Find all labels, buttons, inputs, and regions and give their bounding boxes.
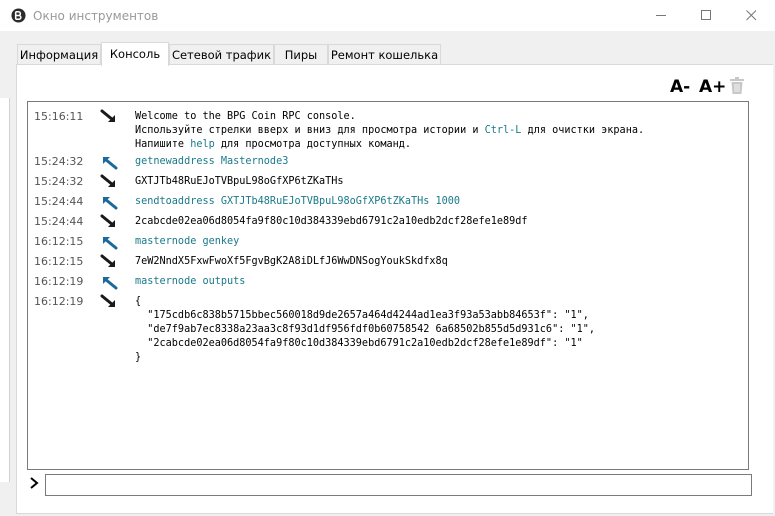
tab-console-label: Консоль xyxy=(109,47,161,61)
reply-arrow-icon xyxy=(100,294,115,307)
reply-arrow-icon xyxy=(100,109,115,122)
reply-arrow-icon xyxy=(100,214,115,227)
tab-network-traffic-label: Сетевой трафик xyxy=(171,48,272,62)
welcome-line-3: Напишите help для просмотра доступных ко… xyxy=(135,139,412,150)
reply-text: 2cabcde02ea06d8054fa9f80c10d384339ebd679… xyxy=(135,216,528,227)
tab-wallet-repair[interactable]: Ремонт кошелька xyxy=(328,44,441,65)
command-text: masternode outputs xyxy=(135,276,246,287)
command-arrow-icon xyxy=(103,277,118,290)
command-arrow-icon xyxy=(103,157,118,170)
entry-timestamp: 15:24:32 xyxy=(34,175,84,188)
command-text: getnewaddress Masternode3 xyxy=(135,156,289,167)
trash-icon[interactable] xyxy=(729,77,745,94)
command-arrow-icon xyxy=(103,197,118,210)
close-icon xyxy=(745,10,756,21)
tab-info-label: Информация xyxy=(19,48,99,62)
title-bar: Окно инструментов xyxy=(0,0,775,31)
command-text: masternode genkey xyxy=(135,236,240,247)
reply-json: { "175cdb6c838b5715bbec560018d9de2657a46… xyxy=(135,295,595,365)
console-panel: A- A+ 15:16:11 Welcome to the BPG Coin R… xyxy=(16,64,773,514)
minimize-icon xyxy=(655,15,666,16)
json-line: { xyxy=(135,296,142,307)
tab-console[interactable]: Консоль xyxy=(101,42,169,66)
console-output[interactable]: 15:16:11 Welcome to the BPG Coin RPC con… xyxy=(27,101,749,470)
entry-timestamp: 15:24:44 xyxy=(34,195,84,208)
command-arrow-icon xyxy=(103,237,118,250)
window-title: Окно инструментов xyxy=(33,9,159,23)
reply-arrow-icon xyxy=(100,174,115,187)
tab-network-traffic[interactable]: Сетевой трафик xyxy=(169,44,274,65)
json-line: } xyxy=(135,352,142,363)
reply-text: 7eW2NndX5FxwFwoXf5FgvBgK2A8iDLfJ6WwDNSog… xyxy=(135,256,448,267)
tab-peers[interactable]: Пиры xyxy=(274,44,328,65)
entry-timestamp: 16:12:15 xyxy=(34,255,84,268)
entry-timestamp: 15:16:11 xyxy=(34,110,84,123)
reply-text: GXTJTb48RuEJoTVBpuL98oGfXP6tZKaTHs xyxy=(135,176,344,187)
entry-timestamp: 16:12:19 xyxy=(34,295,84,308)
font-larger-button[interactable]: A+ xyxy=(699,77,726,97)
welcome-message: Welcome to the BPG Coin RPC console. Испо… xyxy=(135,110,644,152)
welcome-line-1: Welcome to the BPG Coin RPC console. xyxy=(135,111,356,122)
font-smaller-button[interactable]: A- xyxy=(670,77,690,97)
maximize-button[interactable] xyxy=(683,0,729,31)
close-button[interactable] xyxy=(728,0,774,31)
json-line: "de7f9ab7ec8338a23aa3c8f93d1df956fdf0b60… xyxy=(135,324,596,335)
json-line: "175cdb6c838b5715bbec560018d9de2657a464d… xyxy=(135,310,589,321)
welcome-line-2: Используйте стрелки вверх и вниз для про… xyxy=(135,125,645,136)
app-logo-icon xyxy=(11,8,26,23)
tab-info[interactable]: Информация xyxy=(17,44,101,65)
entry-timestamp: 16:12:15 xyxy=(34,235,84,248)
json-line: "2cabcde02ea06d8054fa9f80c10d384339ebd67… xyxy=(135,338,583,349)
entry-timestamp: 15:24:44 xyxy=(34,215,84,228)
minimize-button[interactable] xyxy=(638,0,684,31)
entry-timestamp: 15:24:32 xyxy=(34,155,84,168)
tab-peers-label: Пиры xyxy=(284,48,318,62)
reply-arrow-icon xyxy=(100,254,115,267)
entry-timestamp: 16:12:19 xyxy=(34,275,84,288)
maximize-icon xyxy=(700,10,711,20)
background-window-edge xyxy=(0,98,10,482)
console-command-input[interactable] xyxy=(45,474,752,496)
chevron-right-icon xyxy=(30,477,39,489)
command-text: sendtoaddress GXTJTb48RuEJoTVBpuL98oGfXP… xyxy=(135,196,461,207)
tab-wallet-repair-label: Ремонт кошелька xyxy=(330,48,439,62)
